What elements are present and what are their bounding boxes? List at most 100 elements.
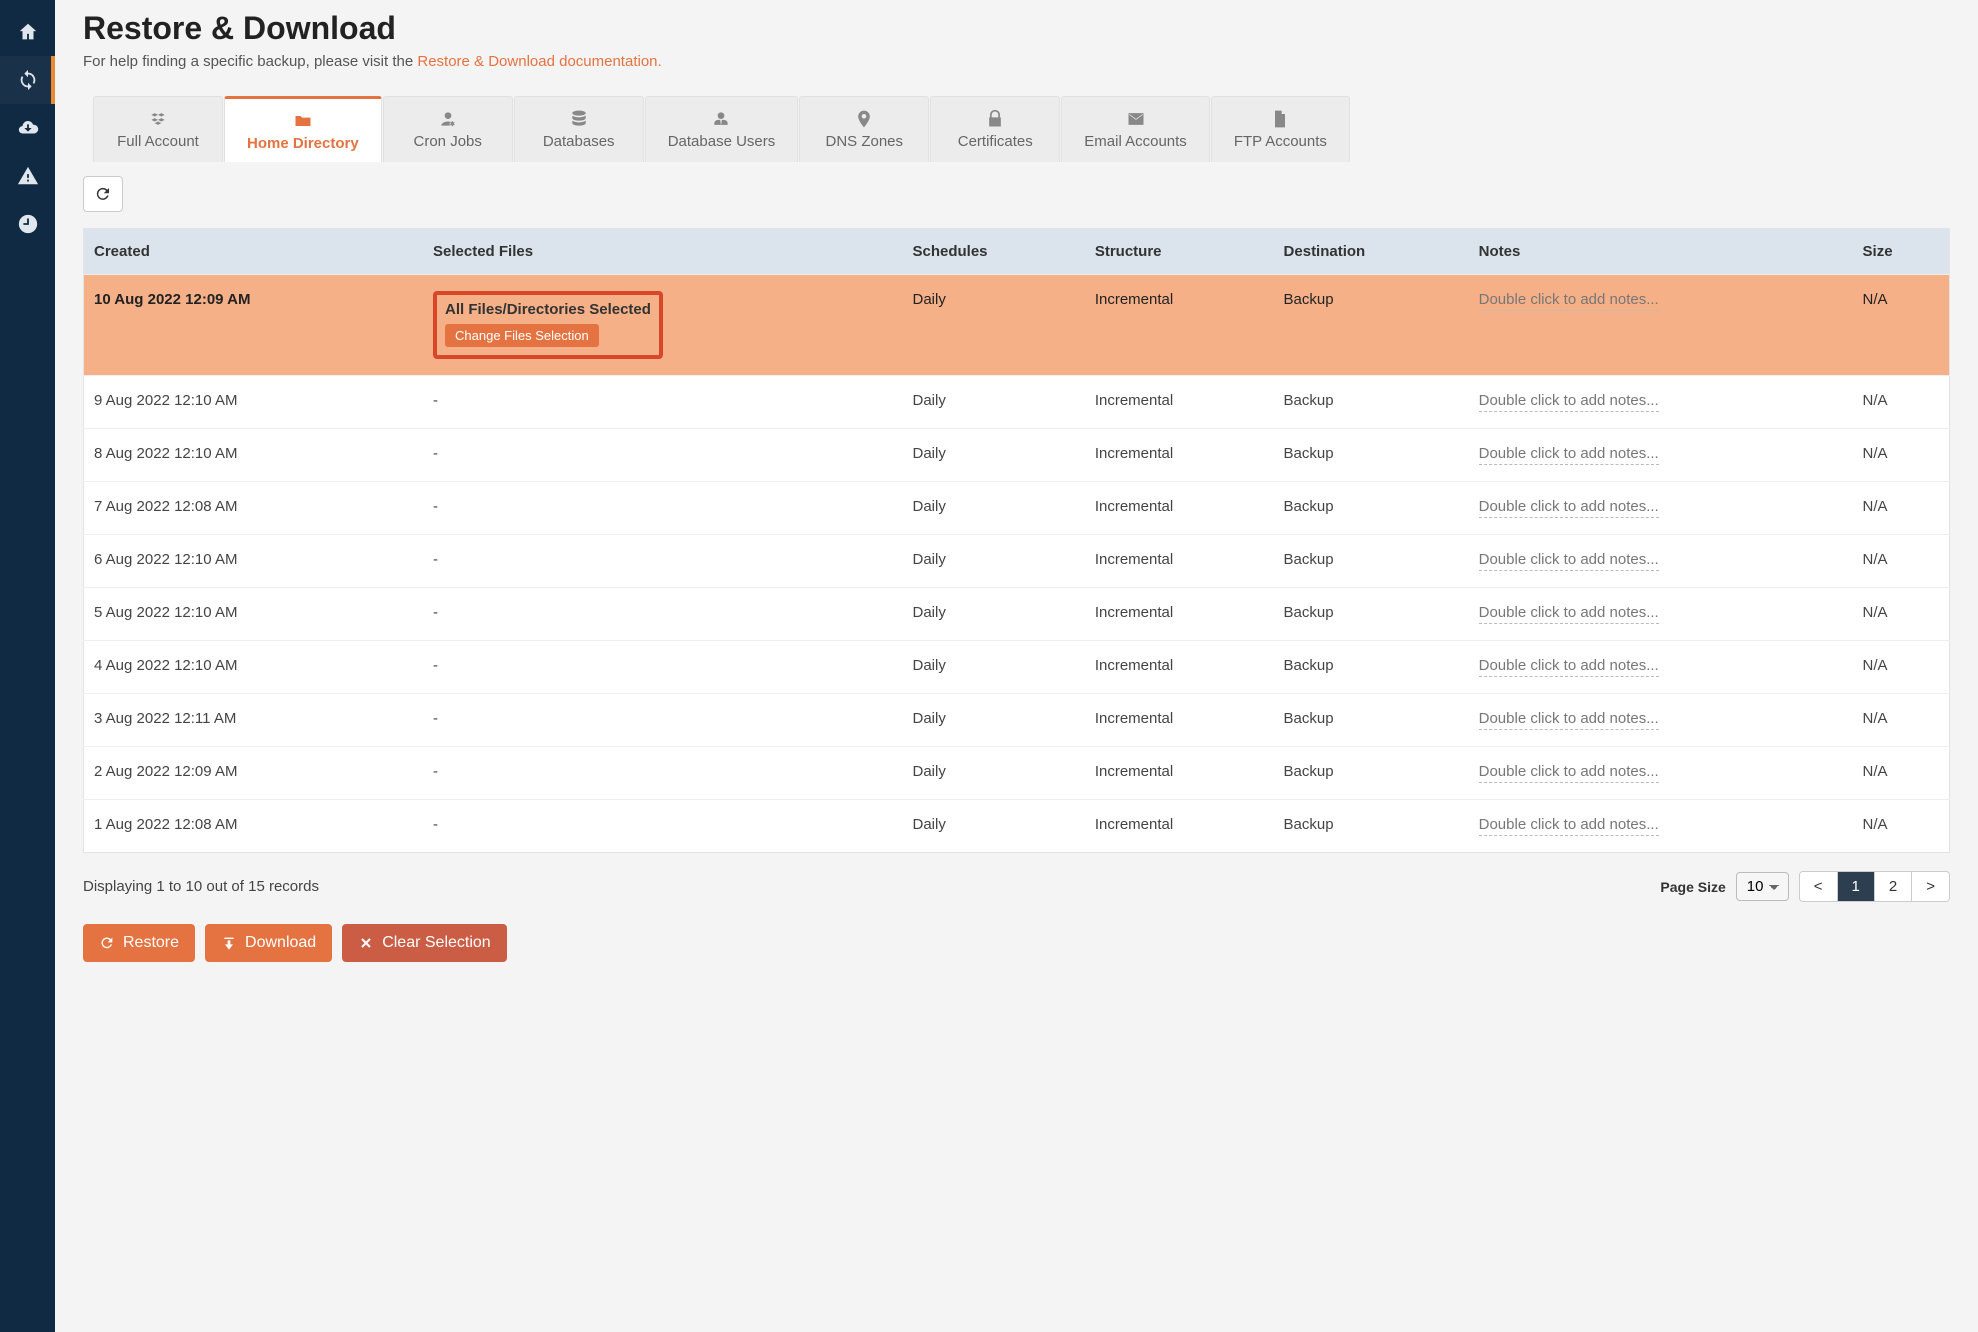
cell-notes: Double click to add notes...	[1469, 429, 1853, 482]
sidebar-item-clock-icon[interactable]	[0, 200, 55, 248]
tab-label: DNS Zones	[822, 133, 906, 150]
cell-structure: Incremental	[1085, 694, 1274, 747]
table-row[interactable]: 8 Aug 2022 12:10 AM-DailyIncrementalBack…	[84, 429, 1950, 482]
cell-created: 5 Aug 2022 12:10 AM	[84, 588, 424, 641]
notes-field[interactable]: Double click to add notes...	[1479, 710, 1659, 730]
table-row[interactable]: 1 Aug 2022 12:08 AM-DailyIncrementalBack…	[84, 800, 1950, 853]
clear-selection-button[interactable]: Clear Selection	[342, 924, 507, 962]
cell-selected-files: -	[423, 641, 902, 694]
notes-field[interactable]: Double click to add notes...	[1479, 763, 1659, 783]
cell-size: N/A	[1853, 429, 1950, 482]
refresh-button[interactable]	[83, 176, 123, 212]
cell-destination: Backup	[1274, 641, 1469, 694]
tab-certificates[interactable]: Certificates	[930, 96, 1060, 162]
cell-size: N/A	[1853, 694, 1950, 747]
cell-notes: Double click to add notes...	[1469, 694, 1853, 747]
cell-size: N/A	[1853, 535, 1950, 588]
restore-label: Restore	[123, 934, 179, 952]
tab-ftp-accounts[interactable]: FTP Accounts	[1211, 96, 1350, 162]
cell-created: 10 Aug 2022 12:09 AM	[84, 275, 424, 376]
page-btn->[interactable]: >	[1912, 872, 1949, 901]
sidebar-item-alert-icon[interactable]	[0, 152, 55, 200]
tab-label: Full Account	[116, 133, 200, 150]
page-btn-2[interactable]: 2	[1875, 872, 1912, 901]
notes-field[interactable]: Double click to add notes...	[1479, 392, 1659, 412]
cell-size: N/A	[1853, 641, 1950, 694]
cell-structure: Incremental	[1085, 376, 1274, 429]
user-tie-icon	[711, 109, 731, 129]
cell-notes: Double click to add notes...	[1469, 376, 1853, 429]
cell-structure: Incremental	[1085, 482, 1274, 535]
notes-field[interactable]: Double click to add notes...	[1479, 445, 1659, 465]
cell-structure: Incremental	[1085, 535, 1274, 588]
cell-selected-files: -	[423, 535, 902, 588]
page-btn-<[interactable]: <	[1800, 872, 1838, 901]
cell-destination: Backup	[1274, 482, 1469, 535]
table-row[interactable]: 3 Aug 2022 12:11 AM-DailyIncrementalBack…	[84, 694, 1950, 747]
cell-notes: Double click to add notes...	[1469, 588, 1853, 641]
notes-field[interactable]: Double click to add notes...	[1479, 604, 1659, 624]
record-count: Displaying 1 to 10 out of 15 records	[83, 878, 319, 895]
table-row[interactable]: 6 Aug 2022 12:10 AM-DailyIncrementalBack…	[84, 535, 1950, 588]
table-row[interactable]: 2 Aug 2022 12:09 AM-DailyIncrementalBack…	[84, 747, 1950, 800]
download-label: Download	[245, 934, 316, 952]
cell-notes: Double click to add notes...	[1469, 747, 1853, 800]
cell-created: 6 Aug 2022 12:10 AM	[84, 535, 424, 588]
tab-database-users[interactable]: Database Users	[645, 96, 799, 162]
sidebar-item-cloud-download-icon[interactable]	[0, 104, 55, 152]
change-files-button[interactable]: Change Files Selection	[445, 324, 599, 347]
help-link[interactable]: Restore & Download documentation.	[417, 53, 661, 70]
cell-destination: Backup	[1274, 376, 1469, 429]
tab-label: Databases	[537, 133, 621, 150]
cell-schedules: Daily	[903, 275, 1085, 376]
cell-selected-files: -	[423, 376, 902, 429]
notes-field[interactable]: Double click to add notes...	[1479, 291, 1659, 311]
notes-field[interactable]: Double click to add notes...	[1479, 657, 1659, 677]
cell-created: 9 Aug 2022 12:10 AM	[84, 376, 424, 429]
cell-selected-files: -	[423, 800, 902, 853]
table-row[interactable]: 7 Aug 2022 12:08 AM-DailyIncrementalBack…	[84, 482, 1950, 535]
col-notes: Notes	[1469, 229, 1853, 275]
notes-field[interactable]: Double click to add notes...	[1479, 551, 1659, 571]
sidebar-item-sync-icon[interactable]	[0, 56, 55, 104]
restore-icon	[99, 935, 115, 951]
cell-size: N/A	[1853, 376, 1950, 429]
cell-created: 3 Aug 2022 12:11 AM	[84, 694, 424, 747]
download-button[interactable]: Download	[205, 924, 332, 962]
cell-schedules: Daily	[903, 482, 1085, 535]
cell-schedules: Daily	[903, 800, 1085, 853]
table-row[interactable]: 4 Aug 2022 12:10 AM-DailyIncrementalBack…	[84, 641, 1950, 694]
tab-home-directory[interactable]: Home Directory	[224, 96, 382, 162]
tab-email-accounts[interactable]: Email Accounts	[1061, 96, 1210, 162]
folder-icon	[293, 111, 313, 131]
col-size: Size	[1853, 229, 1950, 275]
cell-selected-files: All Files/Directories SelectedChange Fil…	[423, 275, 902, 376]
cell-destination: Backup	[1274, 535, 1469, 588]
cell-size: N/A	[1853, 800, 1950, 853]
cell-created: 7 Aug 2022 12:08 AM	[84, 482, 424, 535]
cell-selected-files: -	[423, 482, 902, 535]
page-size-select[interactable]: 10	[1736, 872, 1789, 901]
table-row[interactable]: 9 Aug 2022 12:10 AM-DailyIncrementalBack…	[84, 376, 1950, 429]
restore-button[interactable]: Restore	[83, 924, 195, 962]
tab-full-account[interactable]: Full Account	[93, 96, 223, 162]
page-btn-1[interactable]: 1	[1838, 872, 1875, 901]
table-row[interactable]: 5 Aug 2022 12:10 AM-DailyIncrementalBack…	[84, 588, 1950, 641]
tab-databases[interactable]: Databases	[514, 96, 644, 162]
cell-size: N/A	[1853, 275, 1950, 376]
cell-selected-files: -	[423, 747, 902, 800]
table-row[interactable]: 10 Aug 2022 12:09 AMAll Files/Directorie…	[84, 275, 1950, 376]
sidebar-item-home-icon[interactable]	[0, 8, 55, 56]
col-destination: Destination	[1274, 229, 1469, 275]
tab-label: Certificates	[953, 133, 1037, 150]
cell-destination: Backup	[1274, 694, 1469, 747]
tabs-bar: Full Account Home Directory Cron Jobs Datab…	[93, 96, 1950, 162]
cell-notes: Double click to add notes...	[1469, 535, 1853, 588]
cell-created: 2 Aug 2022 12:09 AM	[84, 747, 424, 800]
notes-field[interactable]: Double click to add notes...	[1479, 498, 1659, 518]
tab-dns-zones[interactable]: DNS Zones	[799, 96, 929, 162]
notes-field[interactable]: Double click to add notes...	[1479, 816, 1659, 836]
cell-structure: Incremental	[1085, 641, 1274, 694]
tab-label: Cron Jobs	[406, 133, 490, 150]
tab-cron-jobs[interactable]: Cron Jobs	[383, 96, 513, 162]
